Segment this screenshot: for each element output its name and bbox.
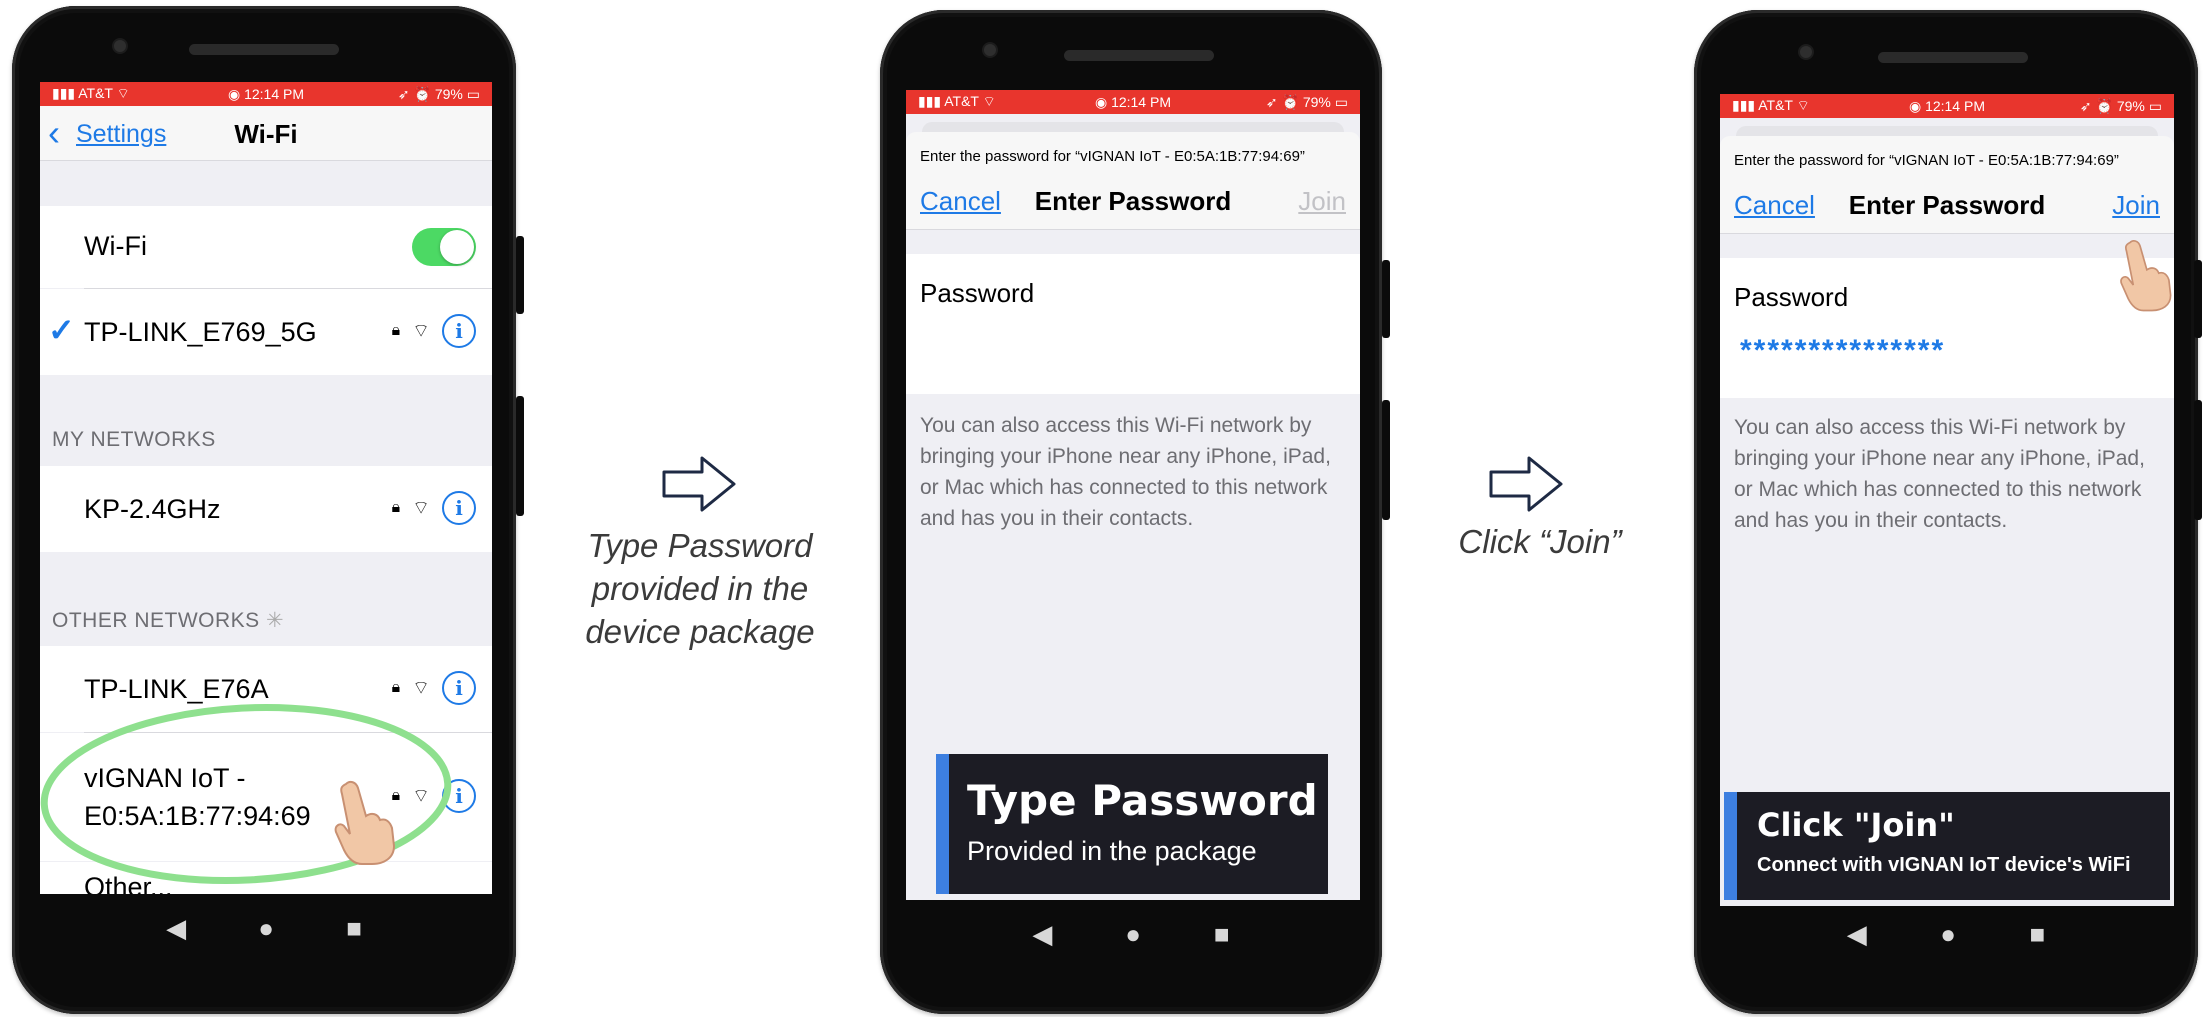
lock-icon: 🔒︎ [391,499,401,516]
info-icon[interactable]: i [442,314,476,348]
step2-instruction: Click “Join” [1458,523,1622,560]
caption-title: Click "Join" [1757,806,1955,844]
back-triangle-icon[interactable]: ◀ [1032,919,1052,950]
my-networks-header: MY NETWORKS [52,428,216,451]
home-circle-icon[interactable]: ● [1125,919,1141,950]
status-carrier: ▮▮▮ AT&T ⌔ [1732,97,1810,113]
arrow-right-icon [662,456,736,512]
join-button[interactable]: Join [1298,186,1346,217]
connected-network-row[interactable]: ✓ TP-LINK_E769_5G 🔒︎ ⌔ i [40,289,492,375]
network-icons: 🔒︎ ⌔ i [392,491,476,525]
caption-subtitle: Provided in the package [967,836,1257,866]
side-button [516,396,524,516]
navigation-bar: ‹ Settings Wi-Fi [40,106,492,161]
recents-square-icon[interactable]: ■ [346,913,362,944]
recents-square-icon[interactable]: ■ [2030,919,2046,950]
status-battery: ➶ ⏰ 79% ▭ [2079,97,2162,114]
password-prompt: Enter the password for “vIGNAN IoT - E0:… [1734,152,2119,169]
android-nav-bar: ◀ ● ■ [1720,900,2172,968]
earpiece-speaker [1064,50,1214,61]
front-camera [112,38,128,54]
caption-box: Type Password Provided in the package [936,754,1328,894]
password-prompt: Enter the password for “vIGNAN IoT - E0:… [920,148,1305,165]
password-sheet-header: Enter the password for “vIGNAN IoT - E0:… [1720,136,2174,234]
page-title: Wi-Fi [234,119,298,149]
pointing-hand-icon [334,780,396,865]
highlight-ellipse [40,703,452,885]
status-carrier: ▮▮▮ AT&T ⌔ [52,85,130,101]
phone-frame-3: ▮▮▮ AT&T ⌔ ◉ 12:14 PM ➶ ⏰ 79% ▭ Enter th… [1694,10,2202,1014]
status-bar: ▮▮▮ AT&T ⌔ ◉ 12:14 PM ➶ ⏰ 79% ▭ [1720,94,2174,118]
android-nav-bar: ◀ ● ■ [40,894,488,962]
phone-frame-2: ▮▮▮ AT&T ⌔ ◉ 12:14 PM ➶ ⏰ 79% ▭ Enter th… [880,10,1390,1014]
network-name: KP-2.4GHz [84,494,221,524]
status-time: ◉ 12:14 PM [1094,93,1171,110]
status-time: ◉ 12:14 PM [227,85,305,102]
wifi-icon: ⌔ [1796,97,1810,113]
password-input[interactable] [926,330,1326,370]
sheet-title: Enter Password [1034,186,1232,216]
back-triangle-icon[interactable]: ◀ [166,913,186,944]
password-sheet-header: Enter the password for “vIGNAN IoT - E0:… [906,132,1360,230]
wifi-toggle[interactable] [412,228,476,266]
password-label: Password [1734,282,1849,312]
side-button [516,236,524,314]
wifi-icon: ⌔ [412,498,430,519]
lock-icon: 🔒︎ [391,322,401,339]
password-field-row: Password [906,254,1360,394]
status-time: ◉ 12:14 PM [1908,97,1985,114]
recents-square-icon[interactable]: ■ [1214,919,1230,950]
enter-password-filled-screen: ▮▮▮ AT&T ⌔ ◉ 12:14 PM ➶ ⏰ 79% ▭ Enter th… [1720,94,2174,906]
wifi-icon: ⌔ [982,93,996,109]
home-circle-icon[interactable]: ● [258,913,274,944]
help-text: You can also access this Wi-Fi network b… [920,414,1331,530]
wifi-icon: ⌔ [116,85,130,101]
network-icons: 🔒︎ ⌔ i [392,314,476,348]
pointing-hand-icon [2120,240,2172,312]
help-text: You can also access this Wi-Fi network b… [1734,416,2145,532]
earpiece-speaker [189,44,339,55]
toggle-knob [440,230,474,264]
spinner-icon: ✳ [266,609,285,632]
side-button [1382,400,1390,520]
password-label: Password [920,278,1035,308]
phone-frame-1: ▮▮▮ AT&T ⌔ ◉ 12:14 PM ➶ ⏰ 79% ▭ ‹ Settin… [12,6,524,1014]
home-circle-icon[interactable]: ● [1940,919,1956,950]
arrow-right-icon [1489,456,1563,512]
caption-box: Click "Join" Connect with vIGNAN IoT dev… [1724,792,2170,900]
other-networks-header: OTHER NETWORKS ✳ [52,609,285,632]
status-bar: ▮▮▮ AT&T ⌔ ◉ 12:14 PM ➶ ⏰ 79% ▭ [906,90,1360,114]
caption-subtitle: Connect with vIGNAN IoT device's WiFi [1757,854,2131,876]
network-row[interactable]: KP-2.4GHz 🔒︎ ⌔ i [40,466,492,552]
status-carrier: ▮▮▮ AT&T ⌔ [918,93,996,109]
network-name: TP-LINK_E769_5G [84,317,317,347]
status-battery: ➶ ⏰ 79% ▭ [1265,93,1348,110]
enter-password-screen: ▮▮▮ AT&T ⌔ ◉ 12:14 PM ➶ ⏰ 79% ▭ Enter th… [906,90,1360,900]
front-camera [1798,44,1814,60]
side-button [2194,260,2202,338]
caption-title: Type Password [967,776,1318,825]
step1-instruction: Type Password provided in the device pac… [585,527,815,650]
wifi-icon: ⌔ [412,321,430,342]
earpiece-speaker [1878,52,2028,63]
status-battery: ➶ ⏰ 79% ▭ [397,85,480,102]
wifi-settings-screen: ▮▮▮ AT&T ⌔ ◉ 12:14 PM ➶ ⏰ 79% ▭ ‹ Settin… [40,82,492,894]
side-button [2194,400,2202,520]
status-bar: ▮▮▮ AT&T ⌔ ◉ 12:14 PM ➶ ⏰ 79% ▭ [40,82,492,106]
info-icon[interactable]: i [442,491,476,525]
sheet-title: Enter Password [1848,190,2046,220]
password-input[interactable]: *************** [1740,334,2140,374]
wifi-toggle-row: Wi-Fi [40,206,492,288]
side-button [1382,260,1390,338]
wifi-label: Wi-Fi [84,231,147,261]
front-camera [982,42,998,58]
checkmark-icon: ✓ [48,312,75,348]
join-button[interactable]: Join [2112,190,2160,221]
back-triangle-icon[interactable]: ◀ [1847,919,1867,950]
password-field-row: Password *************** [1720,258,2174,398]
android-nav-bar: ◀ ● ■ [906,900,1356,968]
